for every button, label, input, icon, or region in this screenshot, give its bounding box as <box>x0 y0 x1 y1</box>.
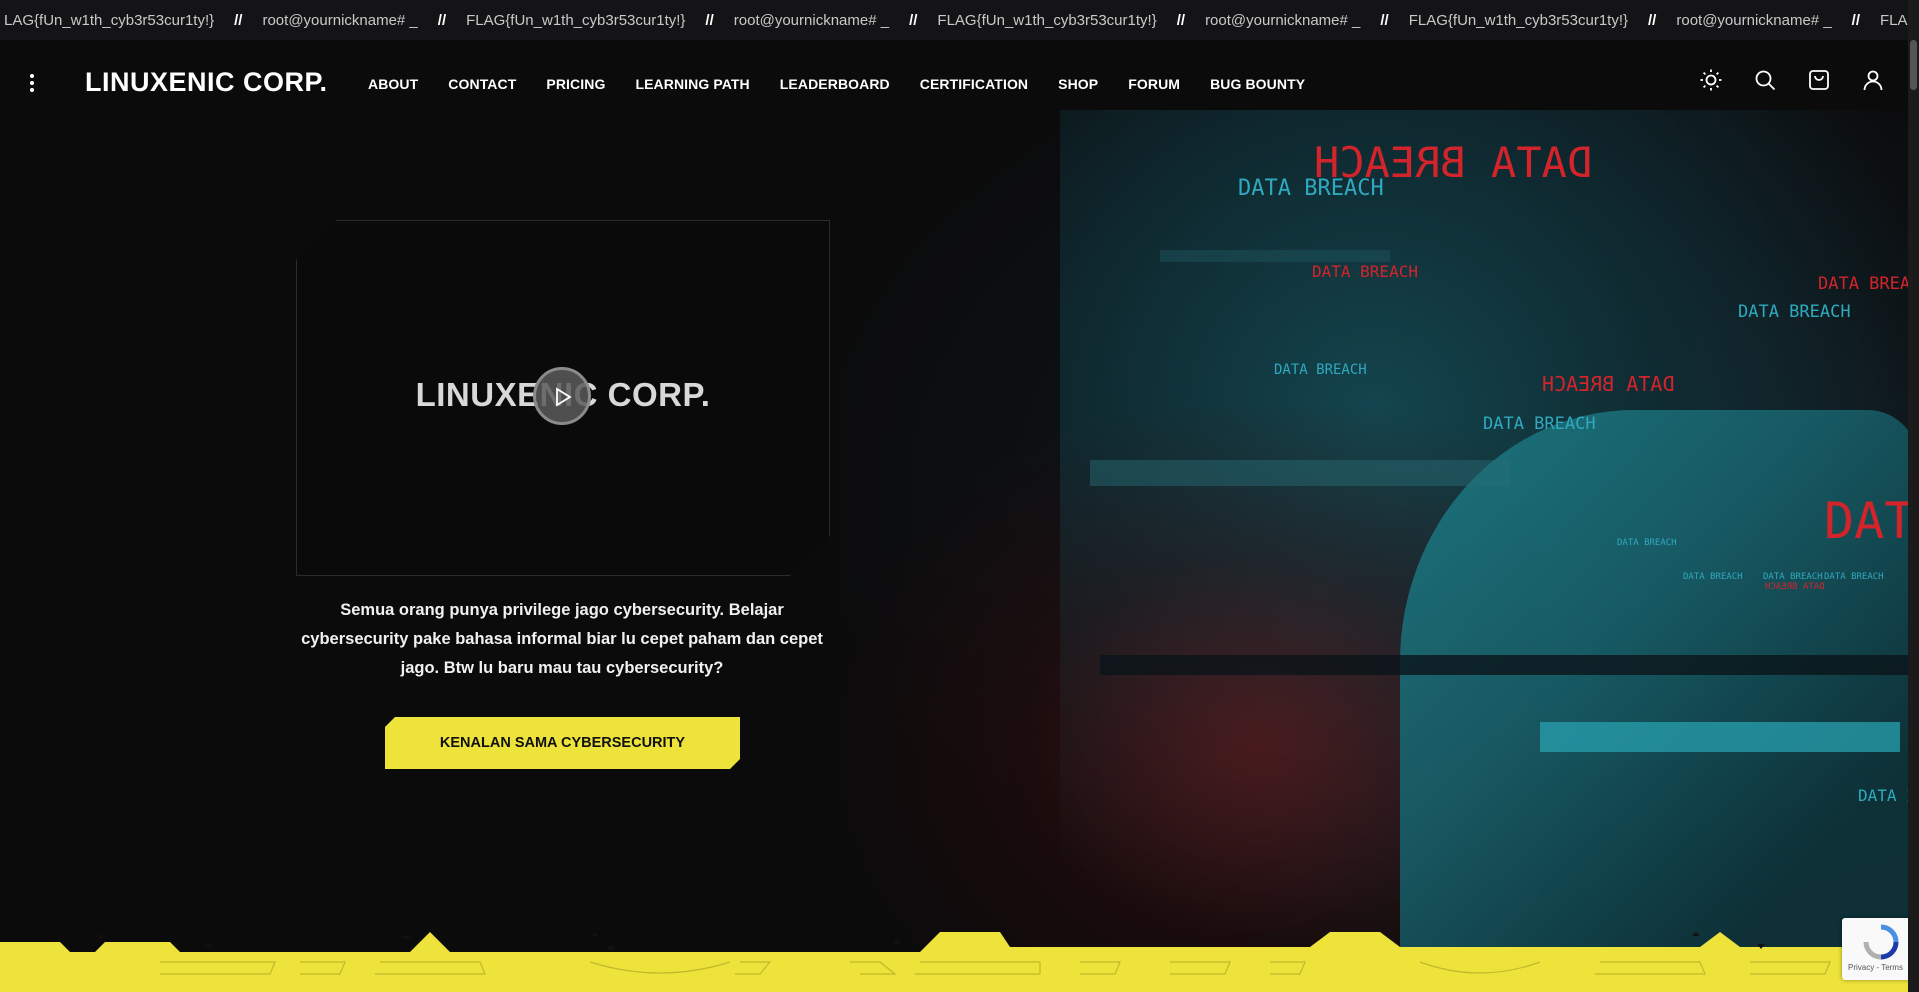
recaptcha-icon <box>1863 924 1899 960</box>
ticker-track: LAG{fUn_w1th_cyb3r53cur1ty!} // root@you… <box>0 0 1919 40</box>
ticker-separator: // <box>705 11 714 29</box>
ticker-item: FLAG{fUn_w1th_cyb3r53cur1ty!} <box>466 11 686 29</box>
ticker-separator: // <box>1176 11 1186 29</box>
data-breach-text: DATA BREACH <box>1238 176 1384 201</box>
data-breach-text: DATA BREACH <box>1738 302 1851 322</box>
data-breach-text: DATA BREACH <box>1818 274 1919 294</box>
ticker-separator: // <box>1851 11 1861 29</box>
data-breach-text: DATA BREACH <box>1542 372 1675 396</box>
footer-decorative-band <box>0 932 1919 992</box>
data-breach-text: DATA BREACH <box>1765 582 1825 592</box>
cybersecurity-intro-button[interactable]: KENALAN SAMA CYBERSECURITY <box>385 717 740 769</box>
ticker-item: LAG{fUn_w1th_cyb3r53cur1ty!} <box>4 11 215 29</box>
kebab-menu-icon[interactable] <box>22 71 42 99</box>
glitch-bar <box>1160 250 1390 262</box>
nav-link-about[interactable]: ABOUT <box>368 76 418 92</box>
glitch-bar <box>1540 722 1900 752</box>
data-breach-text: DATA BREACH <box>1274 362 1367 378</box>
nav-link-leaderboard[interactable]: LEADERBOARD <box>780 76 890 92</box>
ticker-item: root@yournickname# _ <box>1676 11 1832 29</box>
ticker-separator: // <box>437 11 447 29</box>
recaptcha-privacy-terms[interactable]: Privacy - Terms <box>1848 963 1903 972</box>
ticker-item: root@yournickname# _ <box>1205 11 1361 29</box>
user-icon[interactable] <box>1861 68 1885 92</box>
intro-video-card[interactable]: LINUXENIC CORP. <box>296 220 830 576</box>
scrollbar-thumb[interactable] <box>1910 40 1917 90</box>
nav-link-shop[interactable]: SHOP <box>1058 76 1098 92</box>
play-icon <box>554 387 572 407</box>
data-breach-text: DATA BREACH <box>1824 572 1884 582</box>
hero-background-image: DATA BREACH DATA BREACH DATA BREACH DATA… <box>840 110 1919 960</box>
main-navbar: LINUXENIC CORP. ABOUT CONTACT PRICING LE… <box>0 40 1919 130</box>
data-breach-text: DATA BREACH <box>1683 572 1743 582</box>
page-scrollbar[interactable] <box>1908 0 1919 992</box>
play-button[interactable] <box>533 367 591 425</box>
cart-icon[interactable] <box>1807 68 1831 92</box>
nav-link-contact[interactable]: CONTACT <box>448 76 516 92</box>
ticker-item: FLAG{fUn_w1th_cyb3r53cur1ty!} <box>937 11 1157 29</box>
hero-description: Semua orang punya privilege jago cyberse… <box>301 601 823 677</box>
data-breach-fragment: DAT <box>1824 492 1915 550</box>
glitch-bar <box>1090 460 1510 486</box>
glitch-bar <box>1100 655 1919 675</box>
nav-link-pricing[interactable]: PRICING <box>546 76 605 92</box>
nav-link-certification[interactable]: CERTIFICATION <box>920 76 1028 92</box>
data-breach-text: DATA BREACH <box>1483 414 1596 434</box>
ticker-item: FLAG{fUn_w1th_cyb3r53cur1ty!} <box>1408 11 1629 29</box>
data-breach-text: DATA BREACH <box>1312 262 1418 281</box>
nav-link-learning-path[interactable]: LEARNING PATH <box>635 76 749 92</box>
ticker-separator: // <box>1648 11 1657 29</box>
data-breach-text: DATA BREACH <box>1763 572 1823 582</box>
nav-link-bug-bounty[interactable]: BUG BOUNTY <box>1210 76 1305 92</box>
primary-menu: ABOUT CONTACT PRICING LEARNING PATH LEAD… <box>368 76 1305 92</box>
ticker-separator: // <box>234 11 243 29</box>
data-breach-text: DATA BREACH <box>1617 538 1677 548</box>
ticker-separator: // <box>1380 11 1389 29</box>
sun-icon[interactable] <box>1699 68 1723 92</box>
brand-logo[interactable]: LINUXENIC CORP. <box>85 67 328 98</box>
ticker-item: root@yournickname# _ <box>733 11 890 29</box>
nav-link-forum[interactable]: FORUM <box>1128 76 1180 92</box>
ticker-item: root@yournickname# _ <box>262 11 418 29</box>
header-actions <box>1699 68 1885 92</box>
ticker-separator: // <box>909 11 918 29</box>
search-icon[interactable] <box>1753 68 1777 92</box>
flag-ticker: LAG{fUn_w1th_cyb3r53cur1ty!} // root@you… <box>0 0 1919 40</box>
